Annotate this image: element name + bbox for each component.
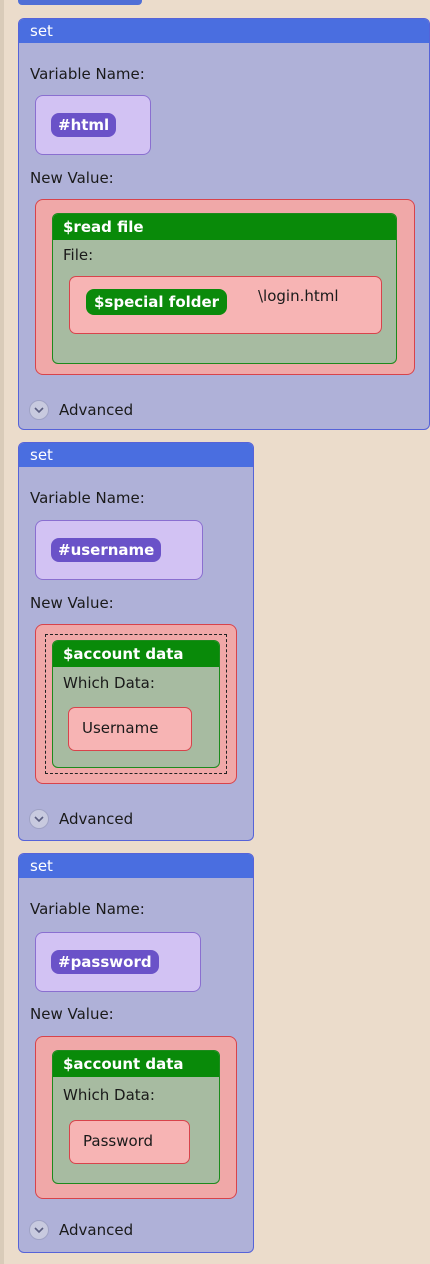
new-value-slot[interactable]: $account data Which Data: Username — [35, 624, 237, 784]
which-data-label: Which Data: — [63, 674, 155, 692]
which-data-slot[interactable]: Password — [69, 1120, 190, 1164]
advanced-label[interactable]: Advanced — [59, 810, 133, 828]
advanced-label[interactable]: Advanced — [59, 401, 133, 419]
account-data-header[interactable]: $account data — [53, 1051, 219, 1077]
variable-name-label: Variable Name: — [30, 900, 145, 918]
which-data-label: Which Data: — [63, 1086, 155, 1104]
variable-pill-html[interactable]: #html — [51, 113, 117, 137]
chevron-down-icon[interactable] — [29, 809, 49, 829]
account-data-header[interactable]: $account data — [53, 641, 219, 667]
set-block-password[interactable]: set Variable Name: #password New Value: … — [18, 853, 254, 1253]
new-value-label: New Value: — [30, 1005, 114, 1023]
variable-name-slot[interactable]: #username — [35, 520, 203, 580]
read-file-header[interactable]: $read file — [53, 214, 396, 240]
variable-name-label: Variable Name: — [30, 489, 145, 507]
account-data-block[interactable]: $account data Which Data: Password — [52, 1050, 220, 1184]
variable-pill-password[interactable]: #password — [51, 950, 159, 974]
which-data-value[interactable]: Username — [82, 719, 158, 737]
file-path-text[interactable]: \login.html — [258, 287, 339, 305]
special-folder-pill[interactable]: $special folder — [86, 289, 228, 315]
new-value-label: New Value: — [30, 594, 114, 612]
set-block-header[interactable]: set — [19, 854, 253, 878]
advanced-toggle[interactable]: Advanced — [29, 1218, 133, 1242]
advanced-toggle[interactable]: Advanced — [29, 398, 133, 422]
set-block-html[interactable]: set Variable Name: #html New Value: $rea… — [18, 18, 430, 430]
read-file-block[interactable]: $read file File: $special folder \login.… — [52, 213, 397, 364]
variable-name-slot[interactable]: #html — [35, 95, 151, 155]
account-data-block[interactable]: $account data Which Data: Username — [52, 640, 220, 768]
advanced-toggle[interactable]: Advanced — [29, 807, 133, 831]
file-param-slot[interactable]: $special folder \login.html — [69, 276, 382, 334]
variable-name-slot[interactable]: #password — [35, 932, 201, 992]
canvas-left-border — [0, 0, 4, 1264]
variable-name-label: Variable Name: — [30, 65, 145, 83]
which-data-value[interactable]: Password — [83, 1132, 153, 1150]
previous-block-edge — [18, 0, 142, 5]
new-value-slot[interactable]: $read file File: $special folder \login.… — [35, 199, 415, 375]
which-data-slot[interactable]: Username — [68, 707, 192, 751]
advanced-label[interactable]: Advanced — [59, 1221, 133, 1239]
set-block-username[interactable]: set Variable Name: #username New Value: … — [18, 442, 254, 841]
new-value-slot[interactable]: $account data Which Data: Password — [35, 1036, 237, 1199]
file-param-label: File: — [63, 246, 94, 264]
set-block-header[interactable]: set — [19, 443, 253, 467]
chevron-down-icon[interactable] — [29, 400, 49, 420]
chevron-down-icon[interactable] — [29, 1220, 49, 1240]
variable-pill-username[interactable]: #username — [51, 538, 162, 562]
new-value-label: New Value: — [30, 169, 114, 187]
set-block-header[interactable]: set — [19, 19, 429, 43]
